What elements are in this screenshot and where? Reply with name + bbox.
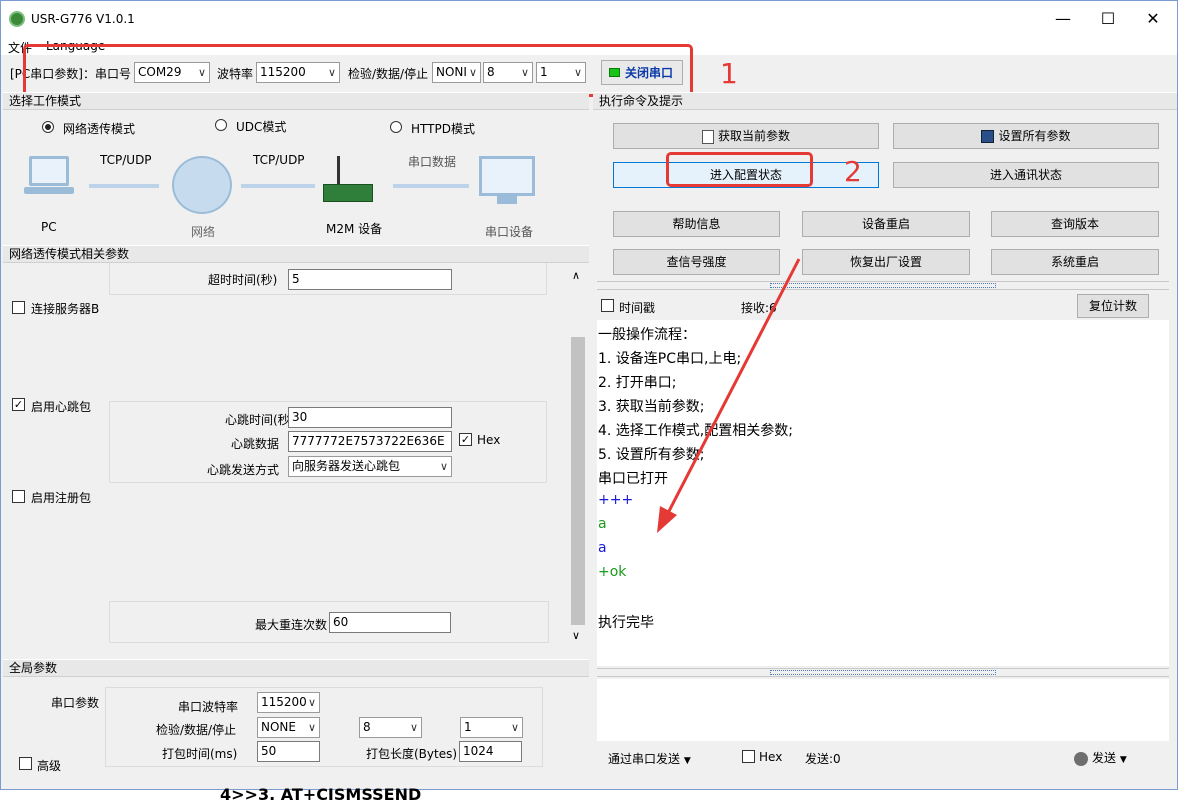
app-window: USR-G776 V1.0.1 — ☐ ✕ 文件 Language [PC串口参…	[0, 0, 1178, 790]
background-text: 4>>3. AT+CISMSSEND	[220, 788, 422, 802]
red-arrow-annotation	[657, 258, 801, 533]
